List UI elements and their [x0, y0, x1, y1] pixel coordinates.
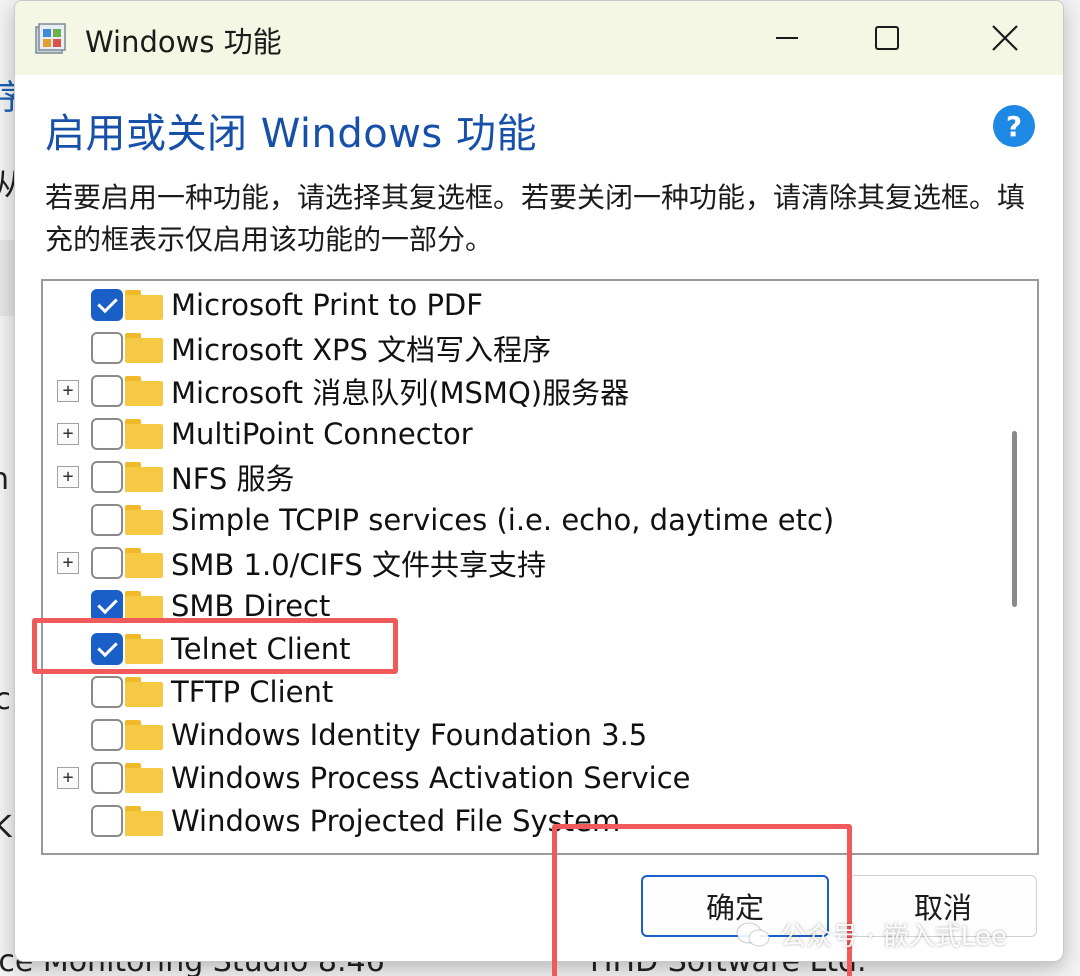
feature-checkbox[interactable] [91, 589, 123, 622]
dialog-description: 若要启用一种功能，请选择其复选框。若要关闭一种功能，请清除其复选框。填充的框表示… [45, 181, 1026, 256]
background-text-fragment: ic [0, 682, 11, 717]
feature-checkbox[interactable] [91, 503, 123, 536]
folder-icon [125, 461, 163, 492]
feature-checkbox[interactable] [91, 546, 123, 579]
feature-label: Windows Identity Foundation 3.5 [171, 717, 648, 752]
feature-tree-list[interactable]: Microsoft Print to PDF Microsoft XPS 文档写入… [41, 279, 1039, 855]
folder-icon [125, 676, 163, 707]
maximize-icon [875, 26, 899, 50]
expand-icon[interactable]: + [57, 379, 79, 402]
folder-icon [125, 762, 163, 793]
folder-icon [125, 805, 163, 836]
feature-label: Simple TCPIP services (i.e. echo, daytim… [171, 502, 835, 537]
background-text-fragment: n [0, 462, 9, 497]
window-title: Windows 功能 [85, 25, 282, 59]
dialog-heading: 启用或关闭 Windows 功能 [45, 111, 537, 157]
folder-icon [125, 590, 163, 621]
feature-checkbox[interactable] [91, 761, 123, 794]
minimize-icon [776, 37, 798, 39]
scrollbar-thumb[interactable] [1012, 431, 1017, 607]
feature-row[interactable]: + SMB 1.0/CIFS 文件共享支持 [43, 541, 1003, 584]
feature-checkbox[interactable] [91, 675, 123, 708]
background-stripe [0, 240, 14, 316]
feature-checkbox[interactable] [91, 417, 123, 450]
close-button[interactable] [955, 1, 1055, 75]
title-bar[interactable]: Windows 功能 [15, 1, 1063, 75]
maximize-button[interactable] [837, 1, 937, 75]
expand-icon[interactable]: + [57, 465, 79, 488]
expand-icon[interactable]: + [57, 551, 79, 574]
watermark: 公众号 · 嵌入式Lee [736, 916, 1007, 953]
folder-icon [125, 375, 163, 406]
feature-checkbox[interactable] [91, 374, 123, 407]
feature-row[interactable]: Microsoft XPS 文档写入程序 [43, 326, 1003, 369]
feature-checkbox[interactable] [91, 331, 123, 364]
feature-label: Microsoft 消息队列(MSMQ)服务器 [171, 375, 630, 410]
feature-checkbox[interactable] [91, 460, 123, 493]
feature-row[interactable]: Simple TCPIP services (i.e. echo, daytim… [43, 498, 1003, 541]
feature-checkbox[interactable] [91, 804, 123, 837]
feature-label: Microsoft Print to PDF [171, 287, 483, 322]
feature-label: TFTP Client [171, 674, 334, 709]
folder-icon [125, 418, 163, 449]
folder-icon [125, 719, 163, 750]
background-text-fragment: K [0, 810, 12, 845]
expand-icon[interactable]: + [57, 766, 79, 789]
folder-icon [125, 547, 163, 578]
feature-label: Windows Process Activation Service [171, 760, 691, 795]
folder-icon [125, 332, 163, 363]
wechat-icon [736, 922, 770, 946]
feature-row[interactable]: + NFS 服务 [43, 455, 1003, 498]
telnet-client-highlight-box [32, 618, 398, 674]
minimize-button[interactable] [737, 1, 837, 75]
folder-icon [125, 504, 163, 535]
feature-label: Microsoft XPS 文档写入程序 [171, 332, 552, 367]
feature-row[interactable]: Windows Projected File System [43, 799, 1003, 842]
help-icon[interactable]: ? [993, 105, 1035, 147]
folder-icon [125, 289, 163, 320]
feature-label: MultiPoint Connector [171, 416, 473, 451]
feature-checkbox[interactable] [91, 288, 123, 321]
feature-label: NFS 服务 [171, 461, 295, 496]
feature-row[interactable]: Microsoft Print to PDF [43, 283, 1003, 326]
ok-button-highlight-box [552, 824, 852, 976]
feature-row[interactable]: Windows Identity Foundation 3.5 [43, 713, 1003, 756]
watermark-text: 公众号 · 嵌入式Lee [780, 922, 1007, 952]
feature-row[interactable]: + MultiPoint Connector [43, 412, 1003, 455]
feature-checkbox[interactable] [91, 718, 123, 751]
feature-row[interactable]: + Windows Process Activation Service [43, 756, 1003, 799]
windows-features-app-icon [35, 23, 66, 54]
close-icon [992, 25, 1018, 51]
feature-row[interactable]: TFTP Client [43, 670, 1003, 713]
feature-row[interactable]: + Microsoft 消息队列(MSMQ)服务器 [43, 369, 1003, 412]
windows-features-dialog: Windows 功能 启用或关闭 Windows 功能 ? 若要启用一种功能，请… [14, 0, 1064, 962]
feature-label: SMB 1.0/CIFS 文件共享支持 [171, 547, 547, 582]
expand-icon[interactable]: + [57, 422, 79, 445]
